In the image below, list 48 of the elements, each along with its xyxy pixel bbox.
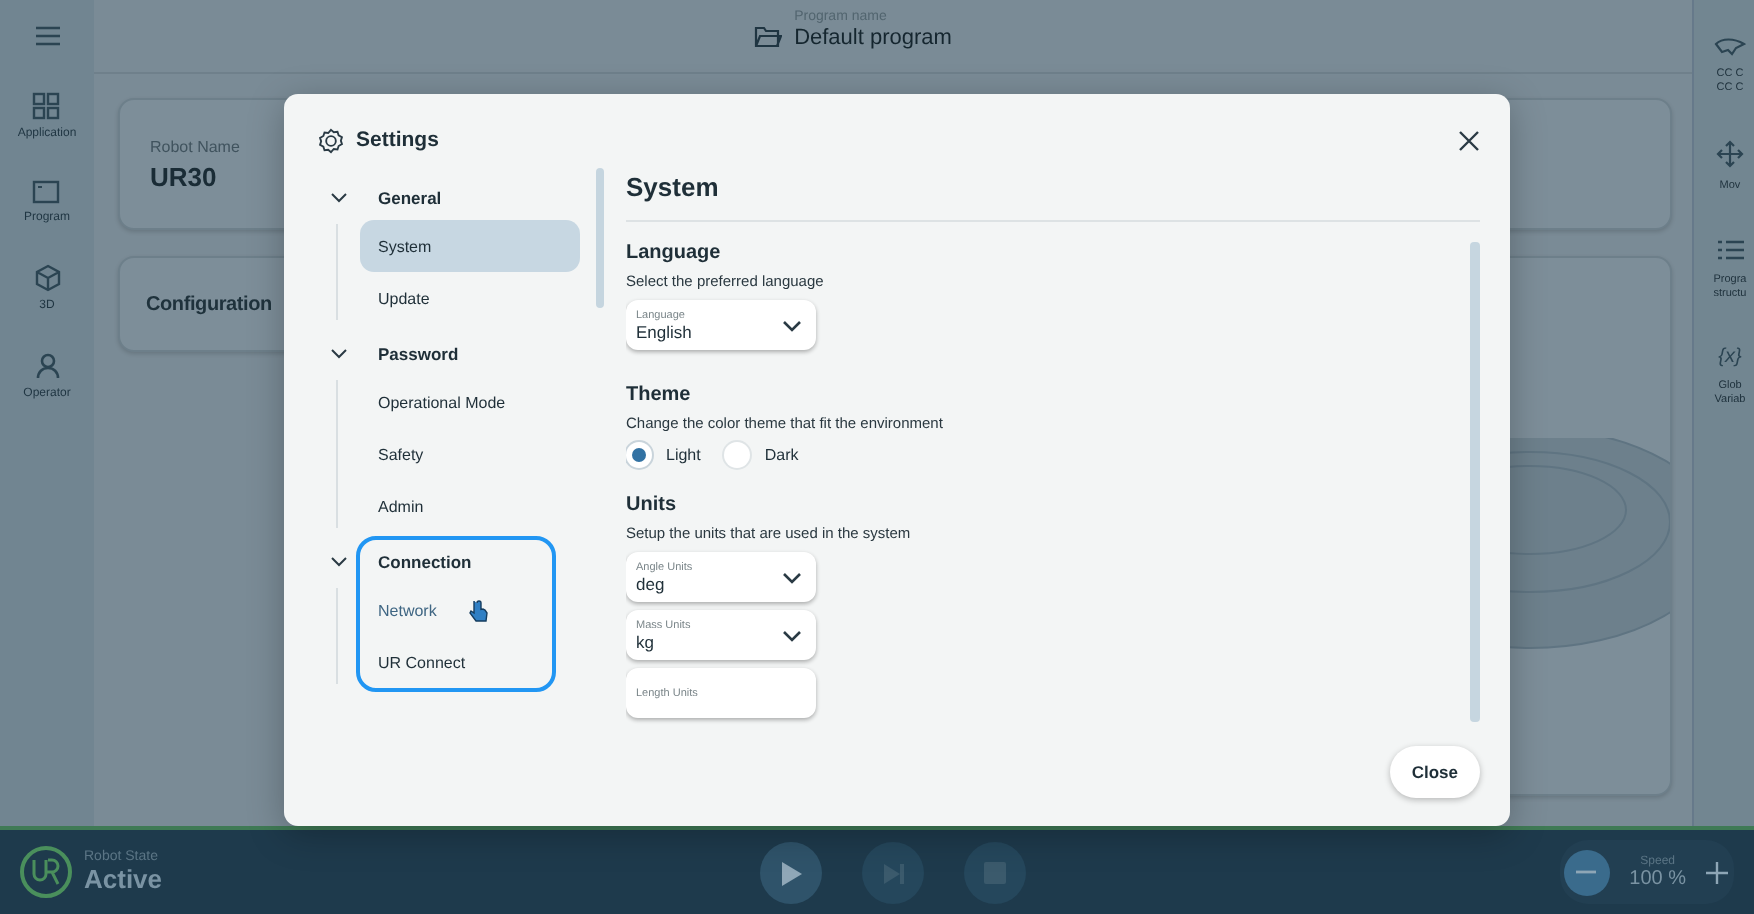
chevron-down-icon	[782, 571, 802, 583]
nav-group[interactable]: Password	[360, 332, 580, 376]
dialog-title: Settings	[356, 128, 439, 152]
nav-item[interactable]: Network	[360, 584, 552, 636]
nav-item[interactable]: System	[360, 220, 580, 272]
plus-icon	[1706, 861, 1728, 883]
hand-cursor-icon	[468, 598, 489, 622]
variable-icon: {x}	[1718, 346, 1742, 368]
nav-item[interactable]: Admin	[360, 480, 580, 532]
nav-item[interactable]: UR Connect	[360, 636, 552, 688]
robot-name-label: Robot Name	[150, 137, 240, 155]
window-icon	[32, 180, 61, 204]
chevron-down-icon	[782, 319, 802, 331]
nav-group[interactable]: General	[360, 176, 580, 220]
nav-item[interactable]: Update	[360, 272, 580, 324]
chevron-down-icon	[782, 629, 802, 641]
close-icon[interactable]	[1458, 129, 1480, 151]
page-title: System	[626, 168, 1480, 222]
robot-name: UR30	[150, 161, 217, 191]
menu-icon	[33, 24, 61, 48]
configuration-title: Configuration	[146, 293, 272, 315]
radio-button[interactable]	[626, 442, 652, 468]
close-button[interactable]: Close	[1389, 746, 1480, 798]
grid-icon	[32, 92, 61, 120]
nav-group[interactable]: Connection	[360, 540, 552, 584]
folder-icon	[754, 25, 783, 47]
list-icon	[1716, 238, 1744, 262]
robot-state: Active	[84, 864, 163, 894]
play-button[interactable]	[760, 842, 822, 904]
ur-logo-icon	[20, 846, 72, 898]
radio-label: Light	[666, 446, 701, 464]
program-name: Default program	[794, 25, 952, 49]
nav-item[interactable]: Operational Mode	[360, 376, 580, 428]
play-icon	[779, 859, 803, 887]
cube-icon	[33, 264, 61, 292]
speed-decrease-button[interactable]	[1563, 849, 1610, 895]
minus-icon	[1576, 870, 1597, 874]
section-heading: Units	[626, 494, 678, 516]
section-heading: Theme	[626, 384, 693, 406]
person-icon	[33, 352, 61, 380]
settings-icon	[318, 127, 344, 153]
section-heading: Language	[626, 242, 723, 264]
radio-label: Dark	[764, 446, 799, 464]
speed-value: 100 %	[1629, 867, 1686, 889]
move-arrows-icon	[1716, 140, 1744, 168]
radio-button[interactable]	[724, 442, 751, 468]
skip-icon	[881, 861, 905, 885]
nav-item[interactable]: Safety	[360, 428, 580, 480]
